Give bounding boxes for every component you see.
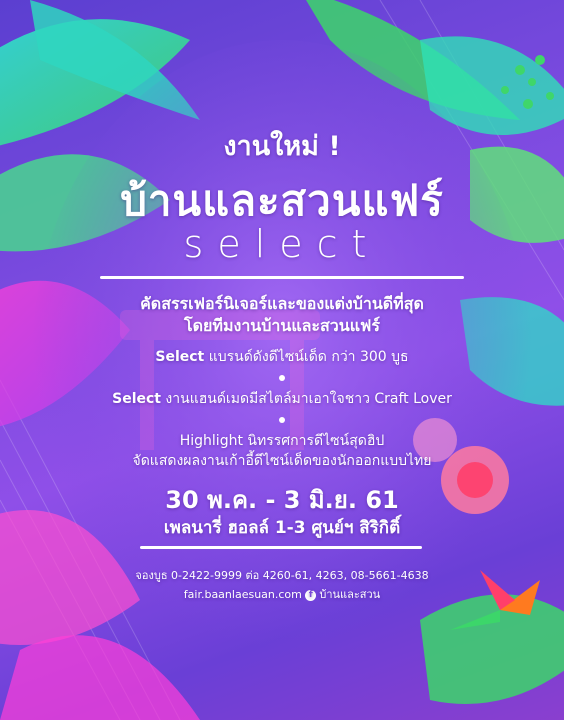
feature-3-text: นิทรรศการดีไซน์สุดฮิป <box>242 433 385 449</box>
facebook-icon: f <box>305 589 317 601</box>
bullet-dot <box>279 375 285 381</box>
feature-1: Select แบรนด์ดังดีไซน์เด็ด กว่า 300 บูธ <box>0 346 564 368</box>
bullet-dot <box>279 417 285 423</box>
feature-1-keyword: Select <box>155 349 205 365</box>
feature-2-text: งานแฮนด์เมดมีสไตล์มาเอาใจชาว Craft Lover <box>160 391 452 407</box>
booking-contact: จองบูธ 0-2422-9999 ต่อ 4260-61, 4263, 08… <box>135 569 429 582</box>
feature-2-keyword: Select <box>112 391 161 407</box>
divider-bottom <box>140 546 422 549</box>
feature-3: Highlight นิทรรศการดีไซน์สุดฮิป <box>0 430 564 452</box>
edition-label: select <box>183 222 381 266</box>
website-link[interactable]: fair.baanlaesuan.com <box>184 588 302 601</box>
feature-2: Select งานแฮนด์เมดมีสไตล์มาเอาใจชาว Craf… <box>0 388 564 410</box>
feature-1-text: แบรนด์ดังดีไซน์เด็ด กว่า 300 บูธ <box>204 349 409 365</box>
feature-3-keyword: Highlight <box>179 433 243 449</box>
feature-3-line2: จัดแสดงผลงานเก้าอี้ดีไซน์เด็ดของนักออกแบ… <box>132 453 432 469</box>
poster-content: งานใหม่ ! บ้านและสวนแฟร์ select คัดสรรเฟ… <box>0 0 564 720</box>
intro-line2: โดยทีมงานบ้านและสวนแฟร์ <box>184 316 380 335</box>
web-and-social: fair.baanlaesuan.com f บ้านและสวน <box>0 585 564 603</box>
tagline: งานใหม่ ! <box>223 131 341 162</box>
divider-top <box>100 276 464 279</box>
facebook-page-link[interactable]: บ้านและสวน <box>319 588 380 601</box>
event-venue: เพลนารี่ ฮอลล์ 1-3 ศูนย์ฯ สิริกิติ์ <box>163 518 401 538</box>
